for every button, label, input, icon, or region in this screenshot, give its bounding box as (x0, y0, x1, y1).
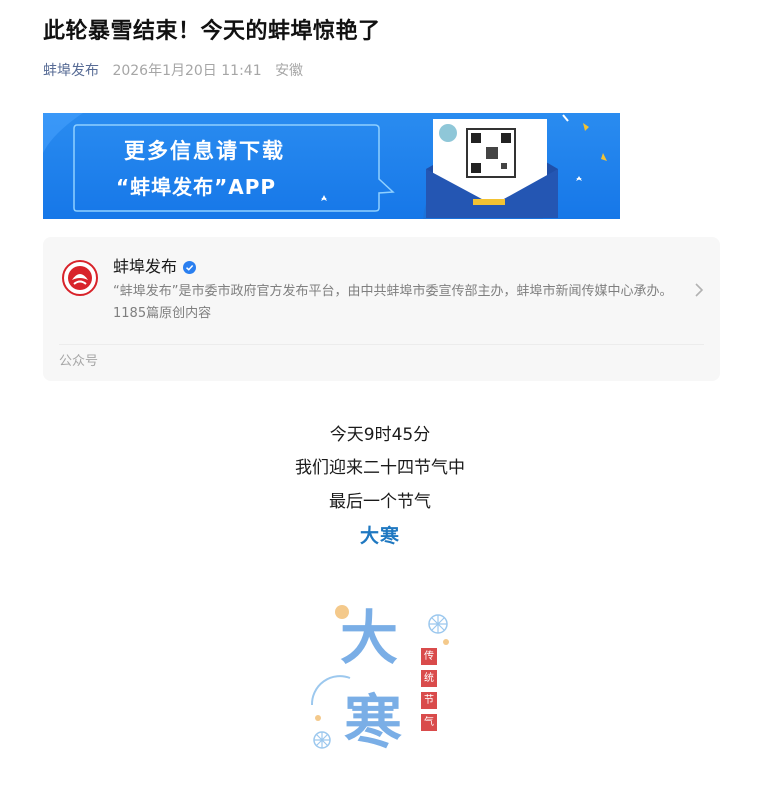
account-avatar-icon (62, 260, 98, 296)
poster-char-da: 大 (340, 604, 399, 672)
account-description: “蚌埠发布”是市委市政府官方发布平台，由中共蚌埠市委宣传部主办，蚌埠市新闻传媒中… (113, 284, 673, 299)
original-count: 1185篇原创内容 (113, 306, 212, 321)
verified-badge-icon (183, 261, 196, 274)
account-type-label: 公众号 (59, 354, 99, 369)
author-link[interactable]: 蚌埠发布 (43, 63, 99, 79)
publish-location: 安徽 (275, 63, 304, 79)
content-line-2: 我们迎来二十四节气中 (295, 458, 465, 478)
poster-char-han: 寒 (344, 688, 403, 756)
banner-app-name: “蚌埠发布”APP (116, 175, 277, 199)
poster-tag-2: 统 (421, 670, 437, 687)
solar-term-highlight: 大寒 (359, 525, 400, 547)
account-name: 蚌埠发布 (113, 257, 178, 276)
banner-headline: 更多信息请下载 (124, 139, 285, 163)
account-card[interactable]: 蚌埠发布 “蚌埠发布”是市委市政府官方发布平台，由中共蚌埠市委宣传部主办，蚌埠市… (43, 237, 720, 381)
card-divider (59, 344, 704, 345)
article-title: 此轮暴雪结束！今天的蚌埠惊艳了 (43, 19, 381, 44)
content-line-1: 今天9时45分 (329, 425, 431, 445)
article-meta: 蚌埠发布 2026年1月20日 11:41 安徽 (43, 60, 303, 82)
app-download-banner[interactable]: 更多信息请下载 “蚌埠发布”APP (43, 113, 620, 219)
solar-term-poster: 大 寒 传 统 节 气 (300, 600, 460, 770)
publish-date: 2026年1月20日 11:41 (112, 63, 262, 79)
poster-tag-1: 传 (421, 648, 437, 665)
poster-tag-4: 气 (421, 714, 437, 731)
poster-tag-3: 节 (421, 692, 437, 709)
banner-illustration (43, 113, 607, 219)
chevron-right-icon (695, 283, 704, 297)
content-line-3: 最后一个节气 (329, 492, 431, 512)
